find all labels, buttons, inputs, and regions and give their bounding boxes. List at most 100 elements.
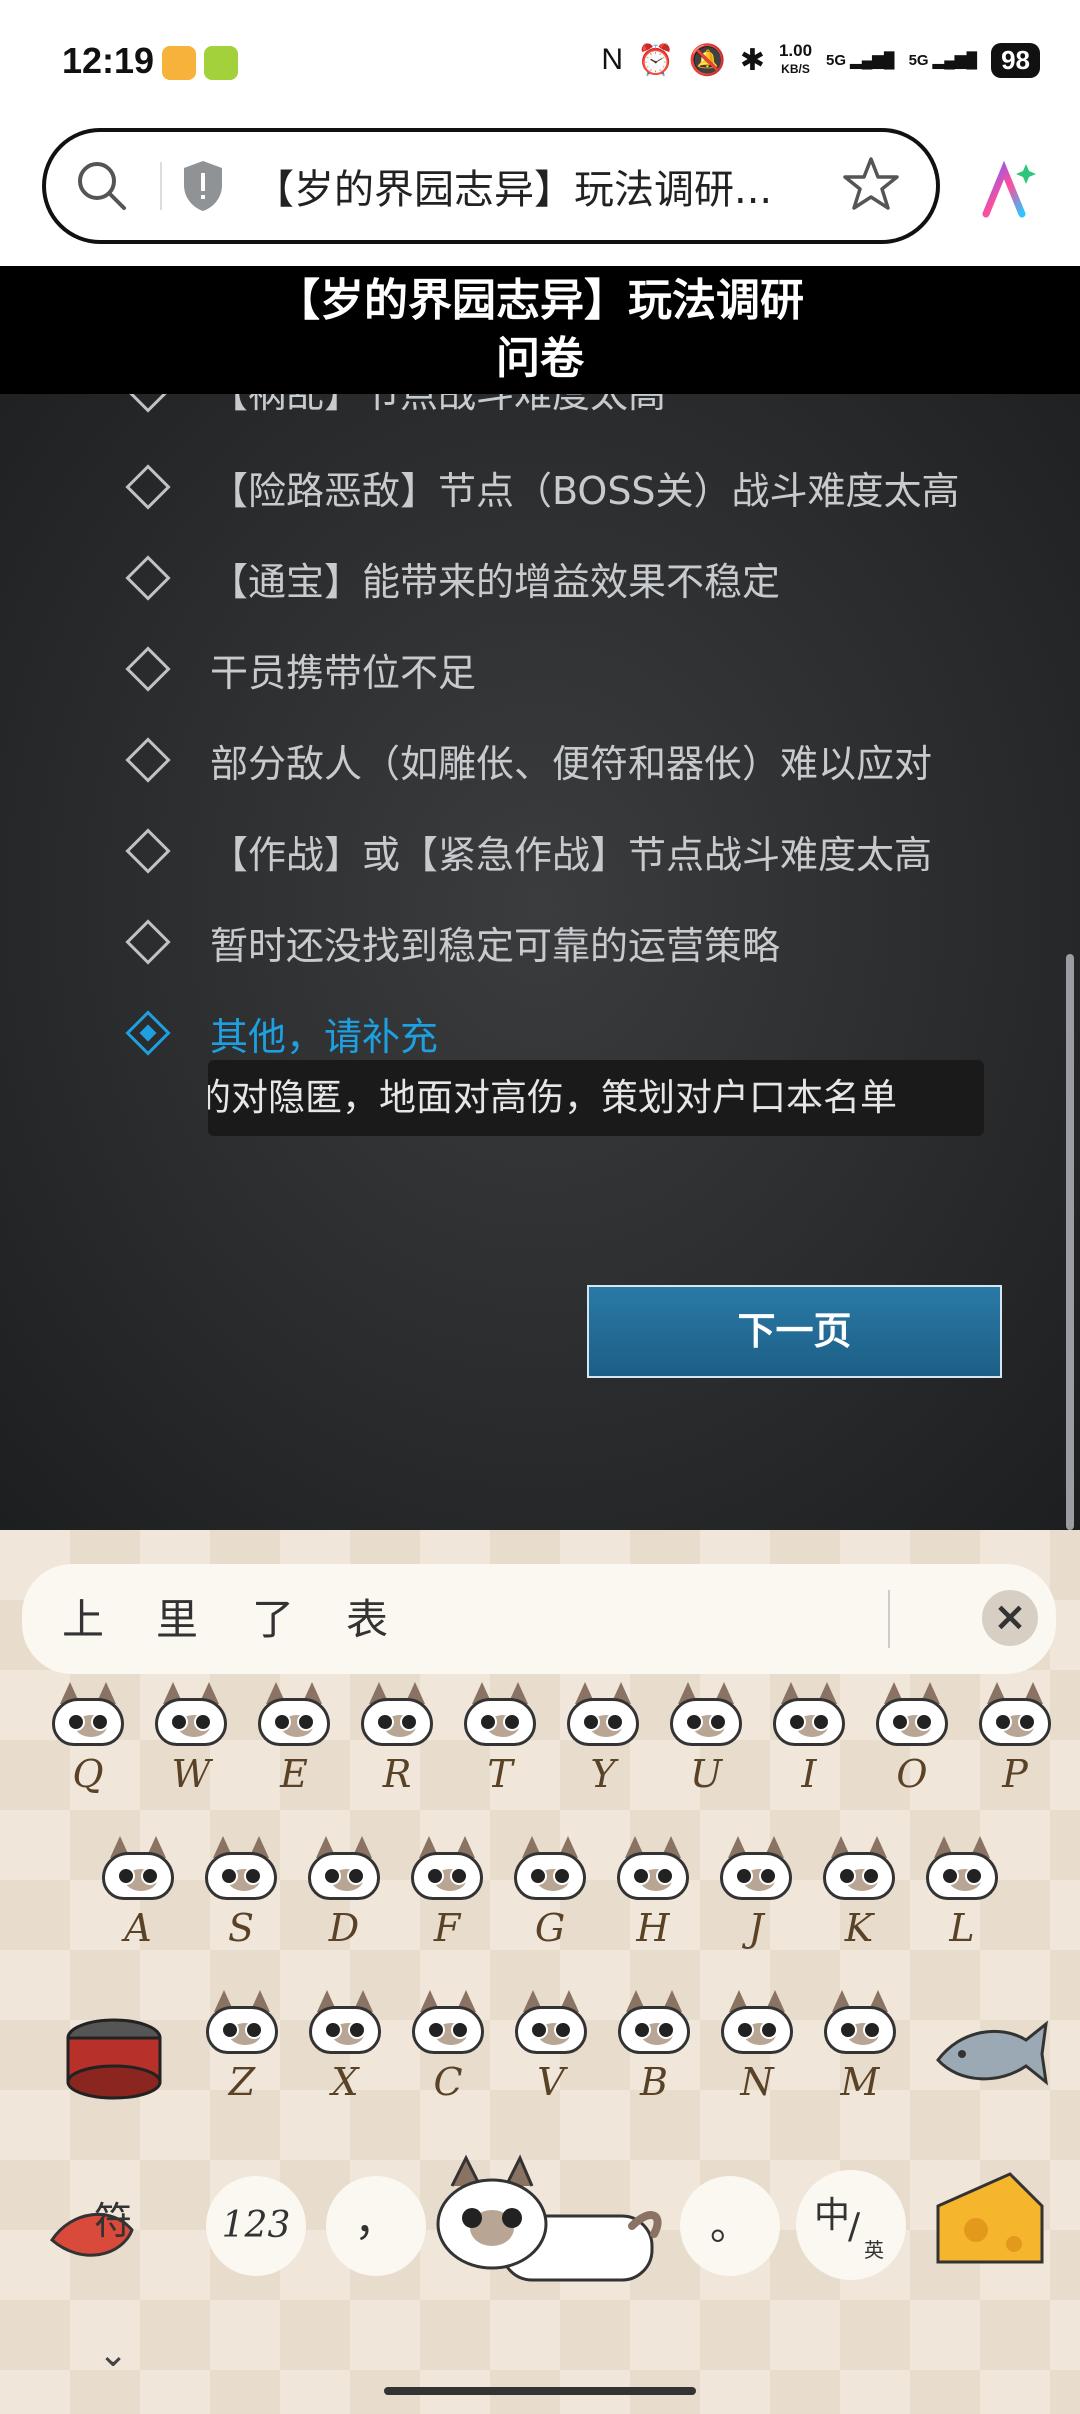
option-4[interactable]: 干员携带位不足 bbox=[124, 639, 476, 699]
bluetooth-icon: ✱ bbox=[739, 43, 765, 77]
key-q[interactable]: Q bbox=[46, 1682, 130, 1800]
candidate-4[interactable]: 表 bbox=[346, 1586, 388, 1647]
comma-key[interactable]: ， bbox=[326, 2176, 426, 2276]
key-label: Q bbox=[72, 1752, 104, 1796]
key-label: W bbox=[171, 1752, 211, 1796]
cat-face-icon bbox=[204, 1990, 280, 2056]
key-h[interactable]: H bbox=[611, 1836, 695, 1954]
next-page-button[interactable]: 下一页 bbox=[587, 1285, 1002, 1378]
checkbox-diamond-icon[interactable] bbox=[125, 646, 171, 692]
search-icon[interactable] bbox=[70, 154, 134, 218]
checkbox-diamond-icon[interactable] bbox=[125, 464, 171, 510]
key-y[interactable]: Y bbox=[561, 1682, 645, 1800]
key-n[interactable]: N bbox=[715, 1990, 799, 2108]
option-label: 暂时还没找到稳定可靠的运营策略 bbox=[210, 923, 781, 968]
status-bar: 12:19 N ⏰ 🔕 ✱ 1.00 KB/S 5G ▂▄▆█ 5G ▂▄▆█ 9… bbox=[0, 0, 1080, 120]
key-label: F bbox=[433, 1906, 461, 1950]
key-label: O bbox=[896, 1752, 928, 1796]
option-6[interactable]: 【作战】或【紧急作战】节点战斗难度太高 bbox=[124, 821, 932, 881]
key-o[interactable]: O bbox=[870, 1682, 954, 1800]
url-text[interactable]: 【岁的界园志异】玩法调研... bbox=[254, 157, 774, 215]
key-a[interactable]: A bbox=[96, 1836, 180, 1954]
ai-assistant-icon[interactable] bbox=[976, 160, 1038, 226]
checkbox-diamond-icon[interactable] bbox=[125, 555, 171, 601]
cat-face-icon bbox=[924, 1836, 1000, 1902]
key-t[interactable]: T bbox=[458, 1682, 542, 1800]
checkbox-diamond-icon[interactable] bbox=[125, 828, 171, 874]
option-7[interactable]: 暂时还没找到稳定可靠的运营策略 bbox=[124, 912, 780, 972]
key-s[interactable]: S bbox=[199, 1836, 283, 1954]
cat-face-icon bbox=[718, 1836, 794, 1902]
checkbox-diamond-icon[interactable] bbox=[125, 919, 171, 965]
option-other[interactable]: 其他，请补充 bbox=[124, 1003, 438, 1063]
key-k[interactable]: K bbox=[817, 1836, 901, 1954]
status-time: 12:19 bbox=[62, 40, 155, 81]
cat-face-icon bbox=[512, 1836, 588, 1902]
cat-face-icon bbox=[565, 1682, 641, 1748]
key-x[interactable]: X bbox=[303, 1990, 387, 2108]
checkbox-diamond-checked-icon[interactable] bbox=[125, 1010, 171, 1056]
number-key[interactable]: 123 bbox=[206, 2176, 306, 2276]
candidate-1[interactable]: 上 bbox=[62, 1586, 104, 1647]
symbol-key[interactable]: 符 bbox=[42, 2170, 152, 2280]
key-label: H bbox=[636, 1906, 670, 1950]
page-title: 【岁的界园志异】玩法调研问卷 bbox=[0, 266, 1080, 394]
survey-content[interactable]: 【祸乱】节点战斗难度太高 【险路恶敌】节点（BOSS关）战斗难度太高 【通宝】能… bbox=[0, 394, 1080, 1530]
key-c[interactable]: C bbox=[406, 1990, 490, 2108]
cat-face-icon bbox=[410, 1990, 486, 2056]
candidate-bar: 上 里 了 表 × bbox=[22, 1564, 1056, 1674]
key-label: N bbox=[740, 2060, 774, 2104]
key-b[interactable]: B bbox=[612, 1990, 696, 2108]
option-3[interactable]: 【通宝】能带来的增益效果不稳定 bbox=[124, 548, 780, 608]
language-switch-key[interactable]: 中 / 英 bbox=[796, 2170, 906, 2280]
checkbox-diamond-icon[interactable] bbox=[125, 737, 171, 783]
collapse-keyboard-icon[interactable]: ⌄ bbox=[98, 2334, 128, 2375]
candidate-2[interactable]: 里 bbox=[156, 1586, 198, 1647]
cat-face-icon bbox=[615, 1836, 691, 1902]
option-2[interactable]: 【险路恶敌】节点（BOSS关）战斗难度太高 bbox=[124, 457, 960, 517]
key-r[interactable]: R bbox=[355, 1682, 439, 1800]
key-d[interactable]: D bbox=[302, 1836, 386, 1954]
key-f[interactable]: F bbox=[405, 1836, 489, 1954]
key-g[interactable]: G bbox=[508, 1836, 592, 1954]
enter-key[interactable] bbox=[930, 2166, 1050, 2276]
option-5[interactable]: 部分敌人（如雕伥、便符和器伥）难以应对 bbox=[124, 730, 932, 790]
space-key[interactable] bbox=[432, 2146, 668, 2310]
nfc-icon: N bbox=[601, 43, 624, 76]
key-w[interactable]: W bbox=[149, 1682, 233, 1800]
fish-icon bbox=[936, 2020, 1049, 2086]
key-e[interactable]: E bbox=[252, 1682, 336, 1800]
close-candidates-button[interactable]: × bbox=[982, 1590, 1038, 1646]
key-i[interactable]: I bbox=[767, 1682, 851, 1800]
shift-key[interactable] bbox=[62, 2016, 166, 2102]
key-l[interactable]: L bbox=[920, 1836, 1004, 1954]
bookmark-star-icon[interactable] bbox=[842, 156, 900, 216]
security-shield-icon[interactable] bbox=[180, 159, 226, 213]
backspace-key[interactable] bbox=[930, 2010, 1050, 2100]
period-key[interactable]: 。 bbox=[680, 2176, 780, 2276]
keyboard: 上 里 了 表 × 符 123 ， 。 中 / 英 ⌄ Q W E R T Y … bbox=[0, 1530, 1080, 2414]
key-z[interactable]: Z bbox=[200, 1990, 284, 2108]
address-bar[interactable]: 【岁的界园志异】玩法调研... bbox=[42, 128, 940, 244]
checkbox-diamond-icon[interactable] bbox=[125, 394, 171, 413]
key-p[interactable]: P bbox=[973, 1682, 1057, 1800]
key-u[interactable]: U bbox=[664, 1682, 748, 1800]
key-label: R bbox=[382, 1752, 412, 1796]
key-m[interactable]: M bbox=[818, 1990, 902, 2108]
key-label: T bbox=[487, 1752, 513, 1796]
scrollbar[interactable] bbox=[1066, 954, 1074, 1530]
status-icons: N ⏰ 🔕 ✱ 1.00 KB/S 5G ▂▄▆█ 5G ▂▄▆█ 98 bbox=[601, 42, 1040, 78]
other-text-input[interactable]: 的对隐匿，地面对高伤，策划对户口本名单 bbox=[208, 1060, 984, 1136]
browser-toolbar: 【岁的界园志异】玩法调研... bbox=[0, 120, 1080, 266]
key-j[interactable]: J bbox=[714, 1836, 798, 1954]
cat-face-icon bbox=[256, 1682, 332, 1748]
cat-face-icon bbox=[513, 1990, 589, 2056]
candidate-3[interactable]: 了 bbox=[252, 1586, 294, 1647]
key-label: D bbox=[328, 1906, 360, 1950]
lying-cat-icon bbox=[436, 2154, 662, 2282]
battery-icon: 98 bbox=[991, 42, 1040, 78]
gesture-navigation-bar[interactable] bbox=[384, 2387, 696, 2395]
key-v[interactable]: V bbox=[509, 1990, 593, 2108]
key-label: Y bbox=[590, 1752, 616, 1796]
option-1[interactable]: 【祸乱】节点战斗难度太高 bbox=[124, 394, 666, 420]
